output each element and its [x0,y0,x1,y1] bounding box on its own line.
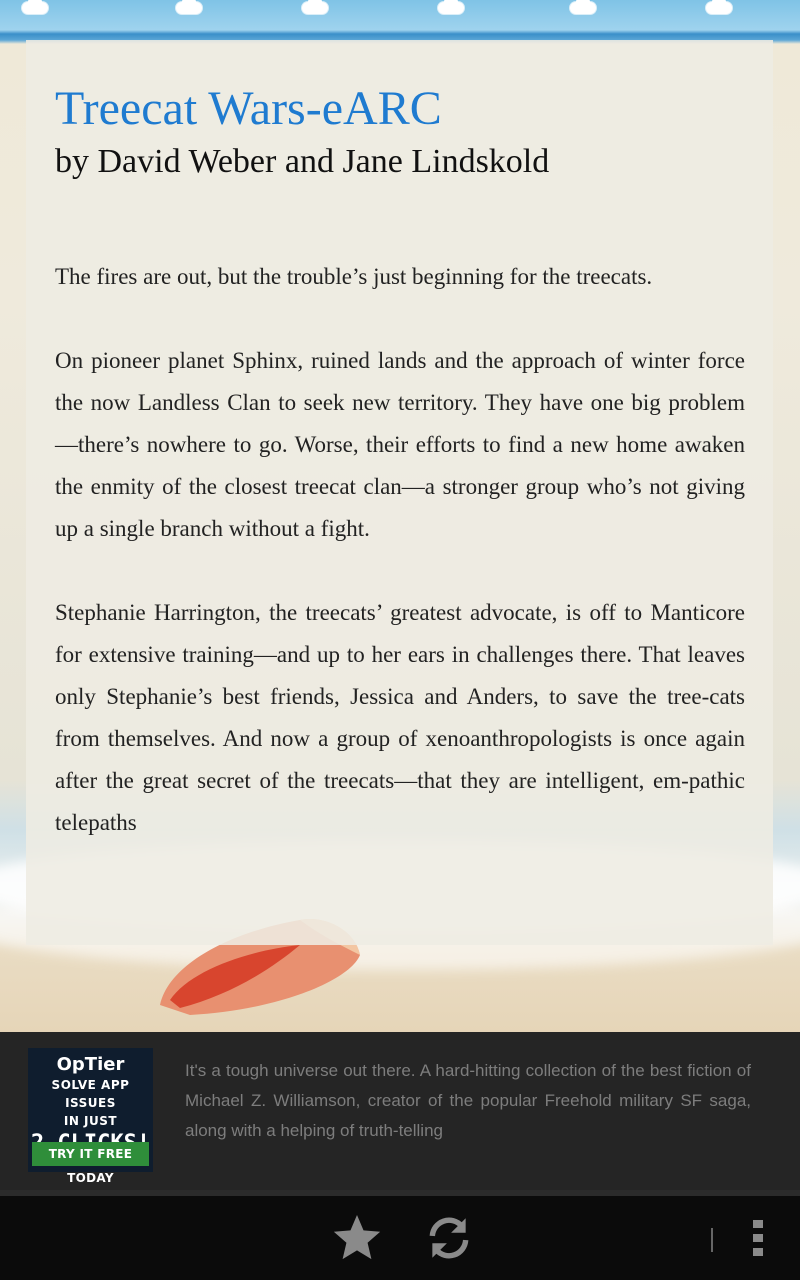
book-author: by David Weber and Jane Lindskold [55,143,550,180]
ad-line: IN JUST [63,1114,118,1128]
description-paragraph: Stephanie Harrington, the treecats’ grea… [55,600,745,835]
cloud-decoration [438,0,464,14]
refresh-icon [429,1217,469,1259]
cloud-decoration [302,0,328,14]
promo-bar: OpTier SOLVE APP ISSUES IN JUST 2 CLICKS… [0,1032,800,1190]
refresh-button[interactable] [421,1210,477,1266]
cloud-decoration [706,0,732,14]
ad-line: SOLVE APP ISSUES [51,1078,130,1110]
cloud-decoration [176,0,202,14]
bottom-action-bar [0,1196,800,1280]
favorite-button[interactable] [329,1210,385,1266]
ad-brand: OpTier [56,1054,125,1075]
promo-text[interactable]: It's a tough universe out there. A hard-… [185,1056,751,1146]
description-paragraph: The fires are out, but the trouble’s jus… [55,264,653,289]
overflow-menu-icon [753,1220,763,1256]
navbar-separator [711,1228,713,1252]
cloud-decoration [570,0,596,14]
book-detail-card: Treecat Wars-eARC by David Weber and Jan… [26,40,773,945]
ad-cta-button[interactable]: TRY IT FREE TODAY [32,1142,149,1185]
cloud-decoration [22,0,48,14]
description-paragraph: On pioneer planet Sphinx, ruined lands a… [55,348,745,541]
overflow-menu-button[interactable] [730,1210,786,1266]
star-icon [333,1215,381,1260]
ad-banner[interactable]: OpTier SOLVE APP ISSUES IN JUST 2 CLICKS… [28,1048,153,1185]
book-title: Treecat Wars-eARC [55,82,442,135]
book-description: The fires are out, but the trouble’s jus… [55,256,745,844]
